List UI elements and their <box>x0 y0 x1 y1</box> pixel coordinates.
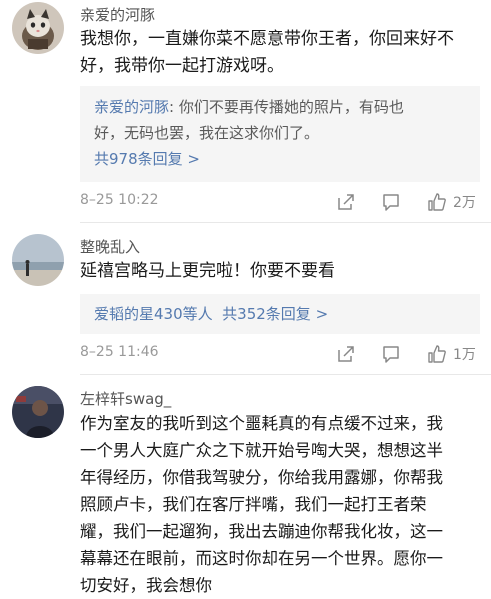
like-button[interactable]: 2万 <box>427 190 476 214</box>
timestamp: 8–25 11:46 <box>80 344 159 360</box>
comment-text-line: 延禧宫略马上更完啦！你要不要看 <box>80 261 335 281</box>
comment-text-line: 幕幕还在眼前，而这时你却在另一个世界。愿你一 <box>80 549 443 568</box>
comment-text-line: 年得经历，你借我驾驶分，你给我用露娜，你帮我 <box>80 468 443 487</box>
like-button[interactable]: 1万 <box>427 342 476 366</box>
comment-item: 亲爱的河豚 我想你，一直嫌你菜不愿意带你王者，你回来好不 好，我带你一起打游戏呀… <box>0 0 491 220</box>
username[interactable]: 亲爱的河豚 <box>80 4 155 25</box>
avatar-cat[interactable] <box>12 2 64 54</box>
comment-text: 延禧宫略马上更完啦！你要不要看 <box>80 258 480 285</box>
avatar-seascape[interactable] <box>12 234 64 286</box>
comment-text-line: 作为室友的我听到这个噩耗真的有点缓不过来，我 <box>80 414 443 433</box>
share-icon <box>338 194 354 210</box>
share-button[interactable] <box>336 190 356 214</box>
username[interactable]: 左梓轩swag_ <box>80 388 171 409</box>
comment-item: 左梓轩swag_ 作为室友的我听到这个噩耗真的有点缓不过来，我 一个男人大庭广众… <box>0 380 491 595</box>
comment-text-line: 我想你，一直嫌你菜不愿意带你王者，你回来好不 <box>80 29 454 49</box>
timestamp: 8–25 10:22 <box>80 192 159 208</box>
reply-author[interactable]: 亲爱的河豚 <box>94 98 169 116</box>
comment-button[interactable] <box>381 190 401 214</box>
like-count: 1万 <box>453 347 476 363</box>
reply-count-link[interactable]: 爱韬的星430等人 共352条回复 > <box>94 302 328 326</box>
share-button[interactable] <box>336 342 356 366</box>
comment-text-line: 耀，我们一起遛狗，我出去蹦迪你帮我化妆，这一 <box>80 522 443 541</box>
comment-item: 整晚乱入 延禧宫略马上更完啦！你要不要看 爱韬的星430等人 共352条回复 >… <box>0 230 491 370</box>
comment-icon <box>383 194 399 211</box>
person-avatar-image <box>12 386 64 438</box>
comment-text-line: 一个男人大庭广众之下就开始号啕大哭，想想这半 <box>80 441 443 460</box>
comment-text-line: 好，我带你一起打游戏呀。 <box>80 56 284 76</box>
comment-meta: 8–25 10:22 2万 <box>80 190 480 214</box>
divider <box>80 222 491 223</box>
like-count: 2万 <box>453 195 476 211</box>
comment-text: 作为室友的我听到这个噩耗真的有点缓不过来，我 一个男人大庭广众之下就开始号啕大哭… <box>80 410 480 599</box>
like-icon <box>428 193 446 211</box>
reply-preview[interactable]: 亲爱的河豚: 你们不要再传播她的照片，有码也 好，无码也罢，我在这求你们了。 共… <box>80 86 480 182</box>
divider <box>80 374 491 375</box>
comment-button[interactable] <box>381 342 401 366</box>
comment-text: 我想你，一直嫌你菜不愿意带你王者，你回来好不 好，我带你一起打游戏呀。 <box>80 26 480 80</box>
comment-text-line: 照顾卢卡，我们在客厅拌嘴，我们一起打王者荣 <box>80 495 427 514</box>
reply-text-line: 你们不要再传播她的照片，有码也 <box>174 98 404 116</box>
avatar-dark[interactable] <box>12 386 64 438</box>
reply-text-line: 好，无码也罢，我在这求你们了。 <box>94 124 320 142</box>
like-icon <box>428 345 446 363</box>
cat-avatar-image <box>12 2 64 54</box>
seascape-avatar-image <box>12 234 64 286</box>
share-icon <box>338 346 354 362</box>
comment-icon <box>383 346 399 363</box>
comment-meta: 8–25 11:46 1万 <box>80 342 480 366</box>
reply-preview[interactable]: 爱韬的星430等人 共352条回复 > <box>80 294 480 334</box>
reply-count-link[interactable]: 共978条回复 > <box>94 146 474 172</box>
username[interactable]: 整晚乱入 <box>80 236 140 257</box>
